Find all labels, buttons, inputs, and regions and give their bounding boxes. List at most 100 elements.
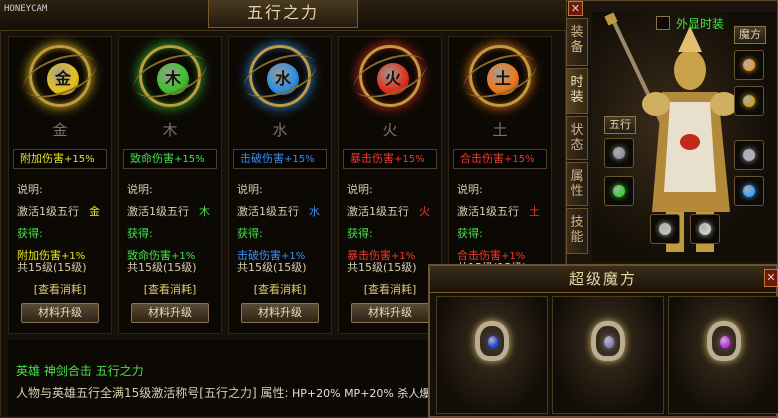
element-column: 木木致命伤害+15% 说明: 激活1级五行木获得: 致命伤害+1% 共15级(15级)[… [118,36,222,334]
bonus-bar: 致命伤害+15% [123,149,217,169]
upgrade-button[interactable]: 材料升级 [241,303,319,323]
ring-icon [743,149,755,161]
bonus-bar: 暴击伤害+15% [343,149,437,169]
equip-slot-medal[interactable] [734,176,764,206]
bonus-percent: +15% [504,154,535,165]
bonus-bar: 附加伤害+15% [13,149,107,169]
equip-slot-belt[interactable] [650,214,680,244]
ring-icon [475,321,509,361]
level-total: 共15级(15级) [127,261,197,274]
element-name: 金 [52,121,68,139]
necklace-icon [743,95,755,107]
tab-skills[interactable]: 技能 [566,208,588,254]
level-total: 共15级(15级) [17,261,87,274]
desc-value: 激活1级五行 [127,205,189,218]
helmet-icon [743,59,755,71]
bonus-percent: +15% [394,154,425,165]
desc-text: 激活1级五行水 [237,203,320,219]
desc-text: 激活1级五行金 [17,203,100,219]
bonus-name: 合击伤害 [460,152,504,165]
footer-title: 英雄 神剑合击 五行之力 [16,364,144,378]
gem-icon [488,336,498,348]
equip-slot-necklace[interactable] [734,86,764,116]
equip-slot-ring-left[interactable] [604,176,634,206]
close-icon[interactable]: ✕ [568,1,583,16]
desc-element: 木 [199,205,210,218]
bonus-bar: 击破伤害+15% [233,149,327,169]
desc-element: 金 [89,205,100,218]
desc-element: 水 [309,205,320,218]
window-title: 五行之力 [208,0,358,28]
bracelet-icon [613,147,625,159]
bonus-percent: +15% [174,154,205,165]
cube-slot-1[interactable] [436,296,548,414]
element-name: 土 [492,121,508,139]
bonus-name: 暴击伤害 [350,152,394,165]
belt-icon [659,223,671,235]
wuxing-button[interactable]: 五行 [604,116,636,134]
element-orb-icon: 木 [157,63,189,95]
gain-label: 获得: [347,227,373,240]
desc-value: 激活1级五行 [17,205,79,218]
view-cost-link[interactable]: [查看消耗] [229,281,331,297]
view-cost-link[interactable]: [查看消耗] [339,281,441,297]
watermark: HONEYCAM [4,4,48,14]
bonus-percent: +15% [284,154,315,165]
cube-slot-2[interactable] [552,296,664,414]
tab-status[interactable]: 状态 [566,116,588,160]
bonus-name: 击破伤害 [240,152,284,165]
upgrade-button[interactable]: 材料升级 [21,303,99,323]
element-orb-icon: 火 [377,63,409,95]
popup-title: 超级魔方 [430,266,776,293]
element-orb-ring: 土 [469,45,531,107]
ring-icon [591,321,625,361]
view-cost-link[interactable]: [查看消耗] [119,281,221,297]
element-column: 金金附加伤害+15% 说明: 激活1级五行金获得: 附加伤害+1% 共15级(15级)[… [8,36,112,334]
outfit-checkbox[interactable] [656,16,670,30]
element-orb-icon: 土 [487,63,519,95]
equip-slot-bracelet-left[interactable] [604,138,634,168]
upgrade-button[interactable]: 材料升级 [131,303,209,323]
close-icon[interactable]: ✕ [764,269,778,287]
desc-text: 激活1级五行土 [457,203,540,219]
element-name: 火 [382,121,398,139]
gain-label: 获得: [457,227,483,240]
equip-slot-boots[interactable] [690,214,720,244]
bonus-percent: +15% [64,154,95,165]
footer-attrs: HP+20% MP+20% 杀人爆 [288,387,431,400]
desc-label: 说明: [17,183,43,196]
footer-description: 人物与英雄五行全满15级激活称号[五行之力] 属性: HP+20% MP+20%… [16,384,430,401]
desc-element: 土 [529,205,540,218]
desc-value: 激活1级五行 [347,205,409,218]
upgrade-button[interactable]: 材料升级 [351,303,429,323]
view-cost-link[interactable]: [查看消耗] [9,281,111,297]
tab-fashion[interactable]: 时装 [566,68,588,114]
medal-icon [743,185,755,197]
desc-label: 说明: [127,183,153,196]
element-orb-ring: 水 [249,45,311,107]
equip-slot-helmet[interactable] [734,50,764,80]
level-total: 共15级(15级) [237,261,307,274]
element-orb-ring: 火 [359,45,421,107]
gain-label: 获得: [17,227,43,240]
desc-label: 说明: [457,183,483,196]
element-name: 木 [162,121,178,139]
desc-label: 说明: [237,183,263,196]
desc-element: 火 [419,205,430,218]
desc-label: 说明: [347,183,373,196]
outfit-label: 外显时装 [676,17,725,31]
tab-attributes[interactable]: 属性 [566,162,588,206]
gain-label: 获得: [127,227,153,240]
cube-slot-3[interactable] [668,296,778,414]
cube-button[interactable]: 魔方 [734,26,766,44]
bonus-name: 附加伤害 [20,152,64,165]
element-column: 火火暴击伤害+15% 说明: 激活1级五行火获得: 暴击伤害+1% 共15级(15级)[… [338,36,442,334]
gain-label: 获得: [237,227,263,240]
desc-text: 激活1级五行木 [127,203,210,219]
tab-equipment[interactable]: 装备 [566,18,588,66]
desc-value: 激活1级五行 [237,205,299,218]
bonus-bar: 合击伤害+15% [453,149,547,169]
equip-slot-ring-right[interactable] [734,140,764,170]
element-orb-icon: 水 [267,63,299,95]
gem-icon [720,336,730,348]
